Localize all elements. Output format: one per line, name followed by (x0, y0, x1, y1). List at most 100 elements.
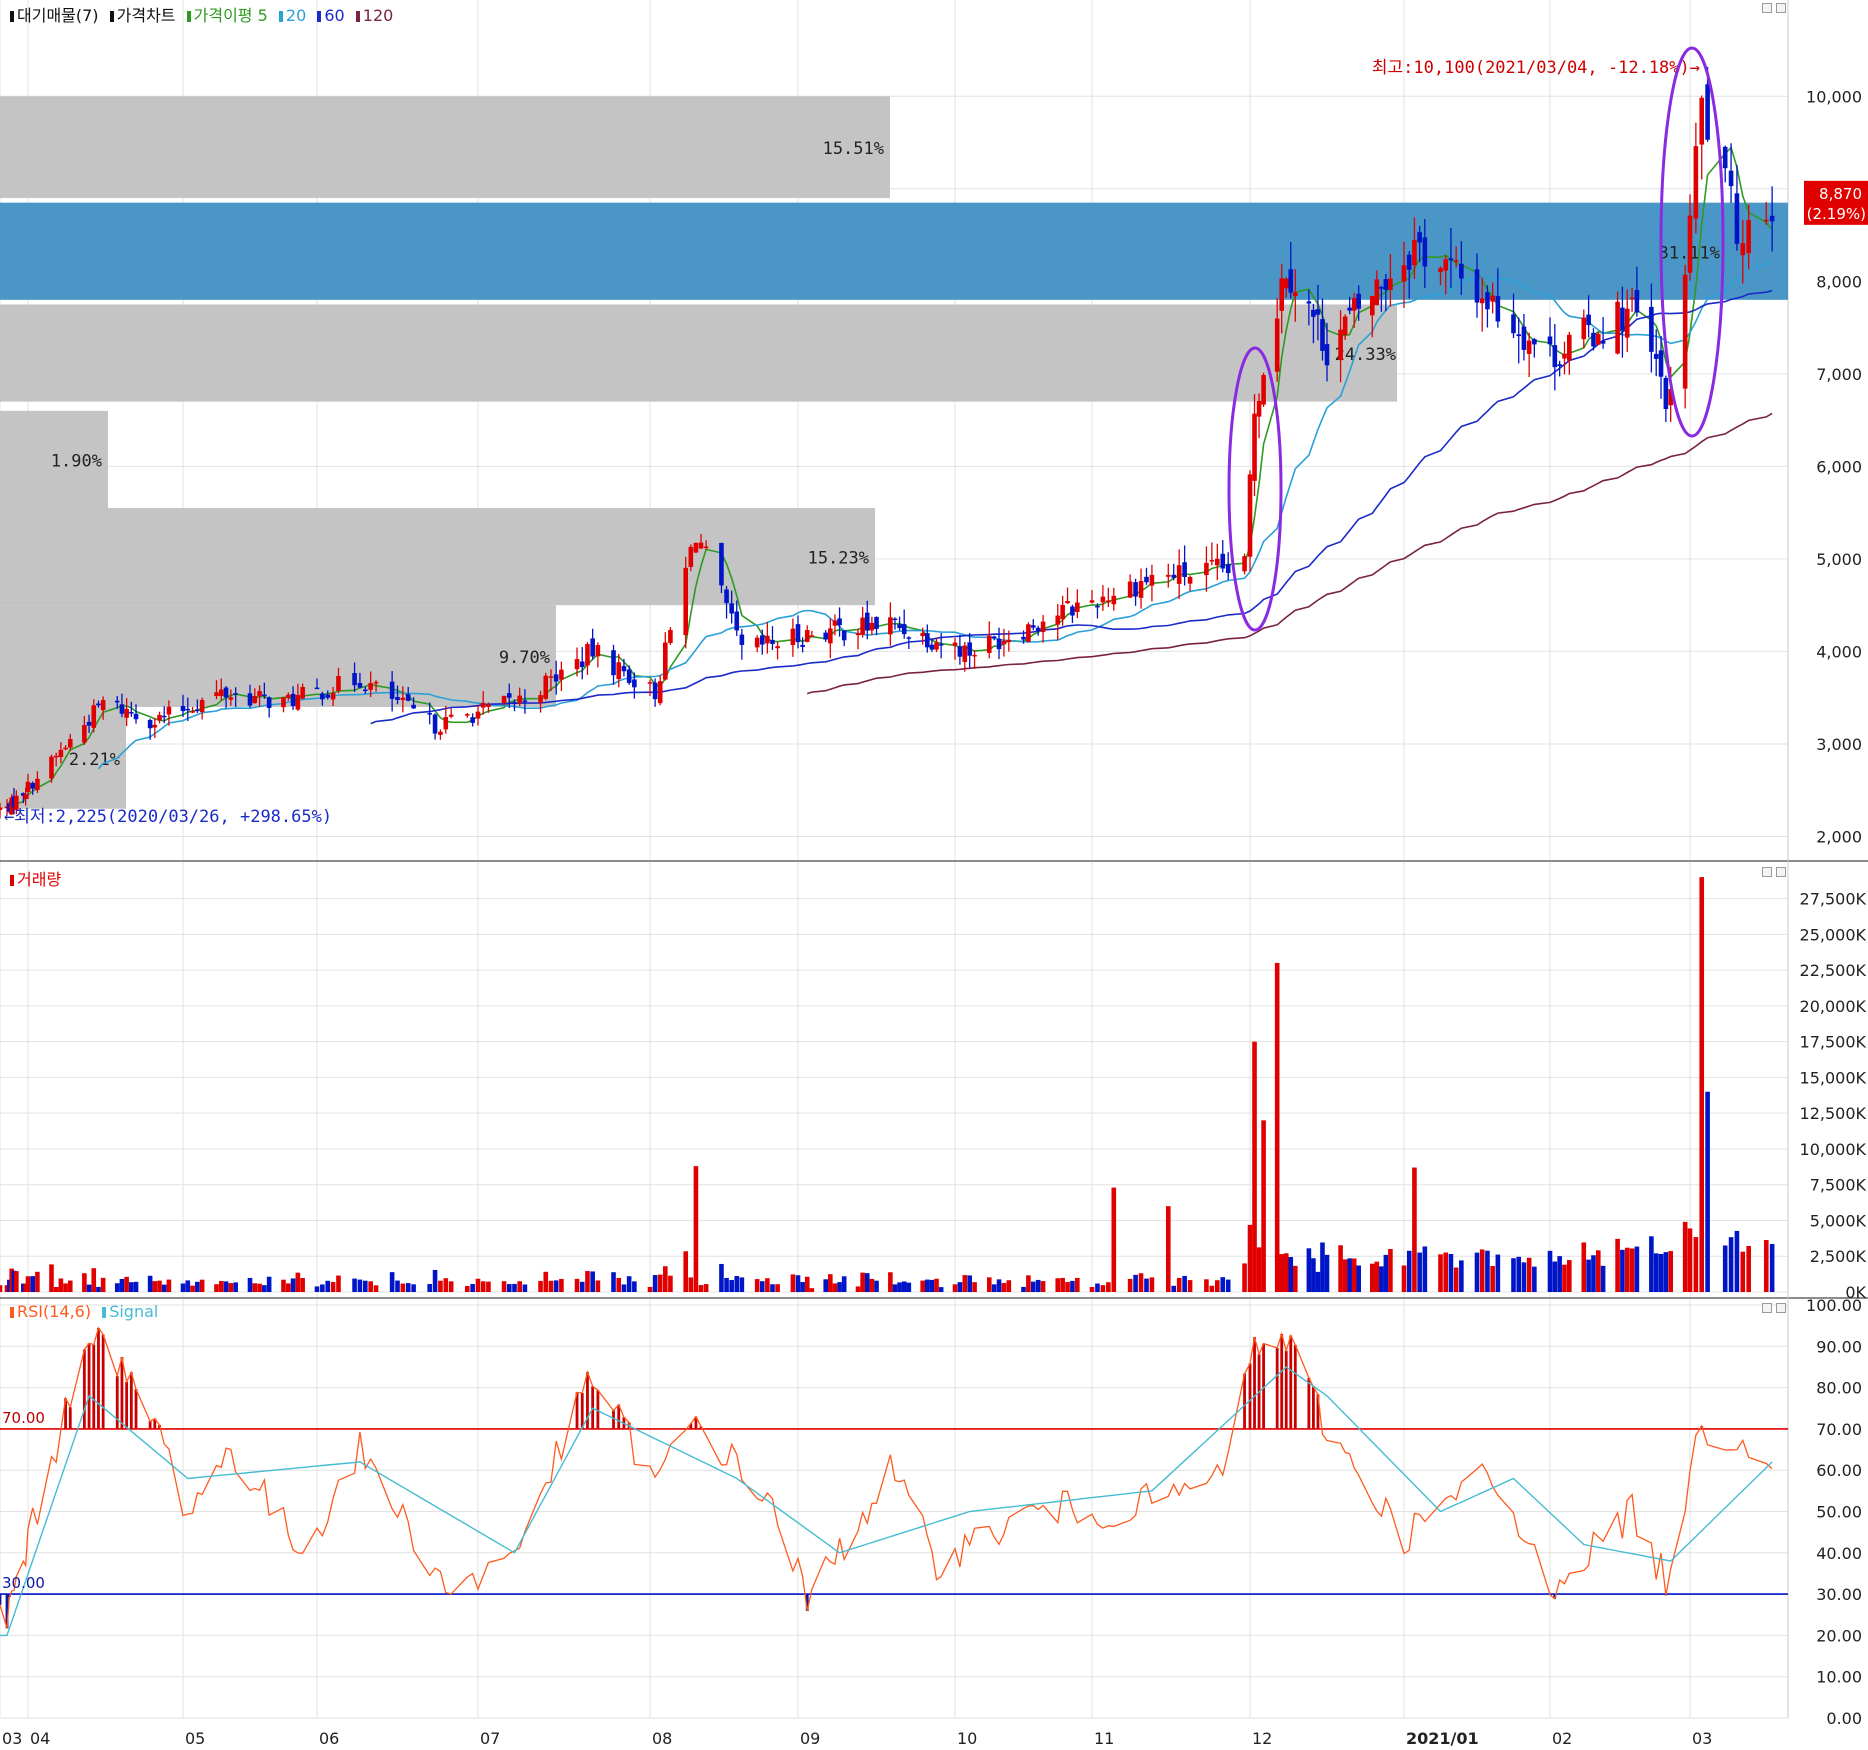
candle-body (352, 672, 357, 686)
candle (996, 627, 1002, 660)
price-panel-close-button[interactable] (1776, 3, 1786, 13)
candle (626, 665, 632, 685)
candle (739, 628, 745, 660)
candle-body (1511, 314, 1516, 334)
volume-panel-minimize-button[interactable] (1762, 867, 1772, 877)
volume-bar (841, 1276, 847, 1292)
volume-bar (1526, 1257, 1532, 1292)
candle-body (129, 712, 134, 714)
candle-body (25, 781, 31, 793)
candle (663, 632, 668, 681)
candle-body (574, 659, 580, 670)
price-panel-minimize-button[interactable] (1762, 3, 1772, 13)
volume-bar (795, 1275, 801, 1292)
volume-bar (1581, 1242, 1587, 1292)
volume-bar (1705, 1091, 1710, 1292)
candle (281, 697, 286, 713)
volume-bar (30, 1276, 35, 1292)
candle-body (1495, 295, 1501, 322)
legend-supply: 대기매물(7) (17, 6, 99, 25)
candle-body (934, 642, 939, 650)
volume-bar (590, 1271, 595, 1292)
volume-panel-close-button[interactable] (1776, 867, 1786, 877)
volume-bar (1288, 1257, 1294, 1292)
volume-bar (967, 1275, 972, 1292)
candle-body (795, 624, 801, 643)
candle-body (1388, 278, 1393, 290)
volume-bar (512, 1283, 517, 1292)
volume-bar (82, 1273, 87, 1292)
candle (657, 675, 663, 706)
candle-body (559, 669, 564, 680)
volume-bar (1324, 1254, 1330, 1292)
volume-bar (1021, 1286, 1026, 1292)
candle-body (1490, 295, 1495, 302)
candle-body (1030, 625, 1036, 628)
candle-body (1448, 258, 1454, 261)
candle-body (464, 714, 470, 716)
rsi-panel-close-button[interactable] (1776, 1303, 1786, 1313)
candle (1252, 394, 1257, 497)
volume-bar (754, 1279, 760, 1292)
volume-bar (330, 1282, 336, 1292)
volume-bar (368, 1281, 373, 1292)
candle (448, 708, 454, 719)
volume-bar (157, 1280, 162, 1292)
candle-body (1526, 340, 1532, 354)
month-tick-label: 2021/01 (1406, 1729, 1479, 1748)
candle (823, 630, 829, 642)
candle-body (1256, 400, 1262, 417)
candle-body (96, 703, 101, 706)
volume-bar (1521, 1262, 1527, 1292)
volume-bar (1547, 1250, 1553, 1292)
volume-bar (1448, 1253, 1454, 1292)
volume-bar (1204, 1279, 1209, 1292)
candle (924, 624, 930, 653)
candle-body (626, 669, 632, 683)
candle (837, 607, 842, 637)
candle-body (233, 693, 238, 695)
candle-body (1586, 314, 1591, 326)
high-price-label: 최고:10,100(2021/03/04, -12.18%)→ (1372, 58, 1700, 78)
volume-legend: 거래량 (4, 866, 61, 890)
volume-bar (869, 1278, 875, 1292)
supply-zone (0, 304, 1397, 402)
volume-bar (475, 1278, 481, 1292)
low-price-label: ←최저:2,225(2020/03/26, +298.65%) (4, 807, 332, 827)
volume-bar (1459, 1260, 1464, 1292)
legend-signal: Signal (109, 1302, 159, 1321)
volume-bar (1740, 1251, 1746, 1292)
candle-body (957, 646, 963, 657)
candle-body (1740, 243, 1746, 256)
candle-body (652, 682, 658, 700)
volume-bar (986, 1277, 992, 1292)
candle-body (823, 632, 829, 640)
volume-tick-label: 27,500K (1800, 890, 1867, 909)
volume-bar (1649, 1236, 1654, 1292)
candle (1699, 95, 1705, 180)
candle-body (314, 687, 320, 690)
candle-body (1615, 301, 1620, 354)
volume-bar (1279, 1254, 1285, 1292)
candle (595, 642, 601, 668)
volume-bar (1225, 1279, 1231, 1292)
volume-bar (1075, 1277, 1080, 1292)
volume-bar (252, 1283, 258, 1292)
candle-body (1552, 345, 1558, 368)
volume-bar (363, 1280, 368, 1292)
candle-body (147, 719, 153, 729)
candle (1026, 622, 1031, 643)
volume-bar (1292, 1265, 1298, 1292)
candle-body (734, 611, 740, 631)
candle-body (1220, 553, 1226, 569)
candle (934, 637, 939, 653)
volume-bar (53, 1287, 59, 1292)
rsi-panel-minimize-button[interactable] (1762, 1303, 1772, 1313)
volume-bar (1495, 1254, 1501, 1292)
volume-bar (486, 1281, 491, 1292)
rsi-tick-label: 60.00 (1816, 1461, 1862, 1480)
candle-body (1065, 601, 1070, 604)
volume-bar (1095, 1283, 1100, 1292)
volume-bar (190, 1285, 195, 1292)
volume-bar (506, 1284, 512, 1292)
